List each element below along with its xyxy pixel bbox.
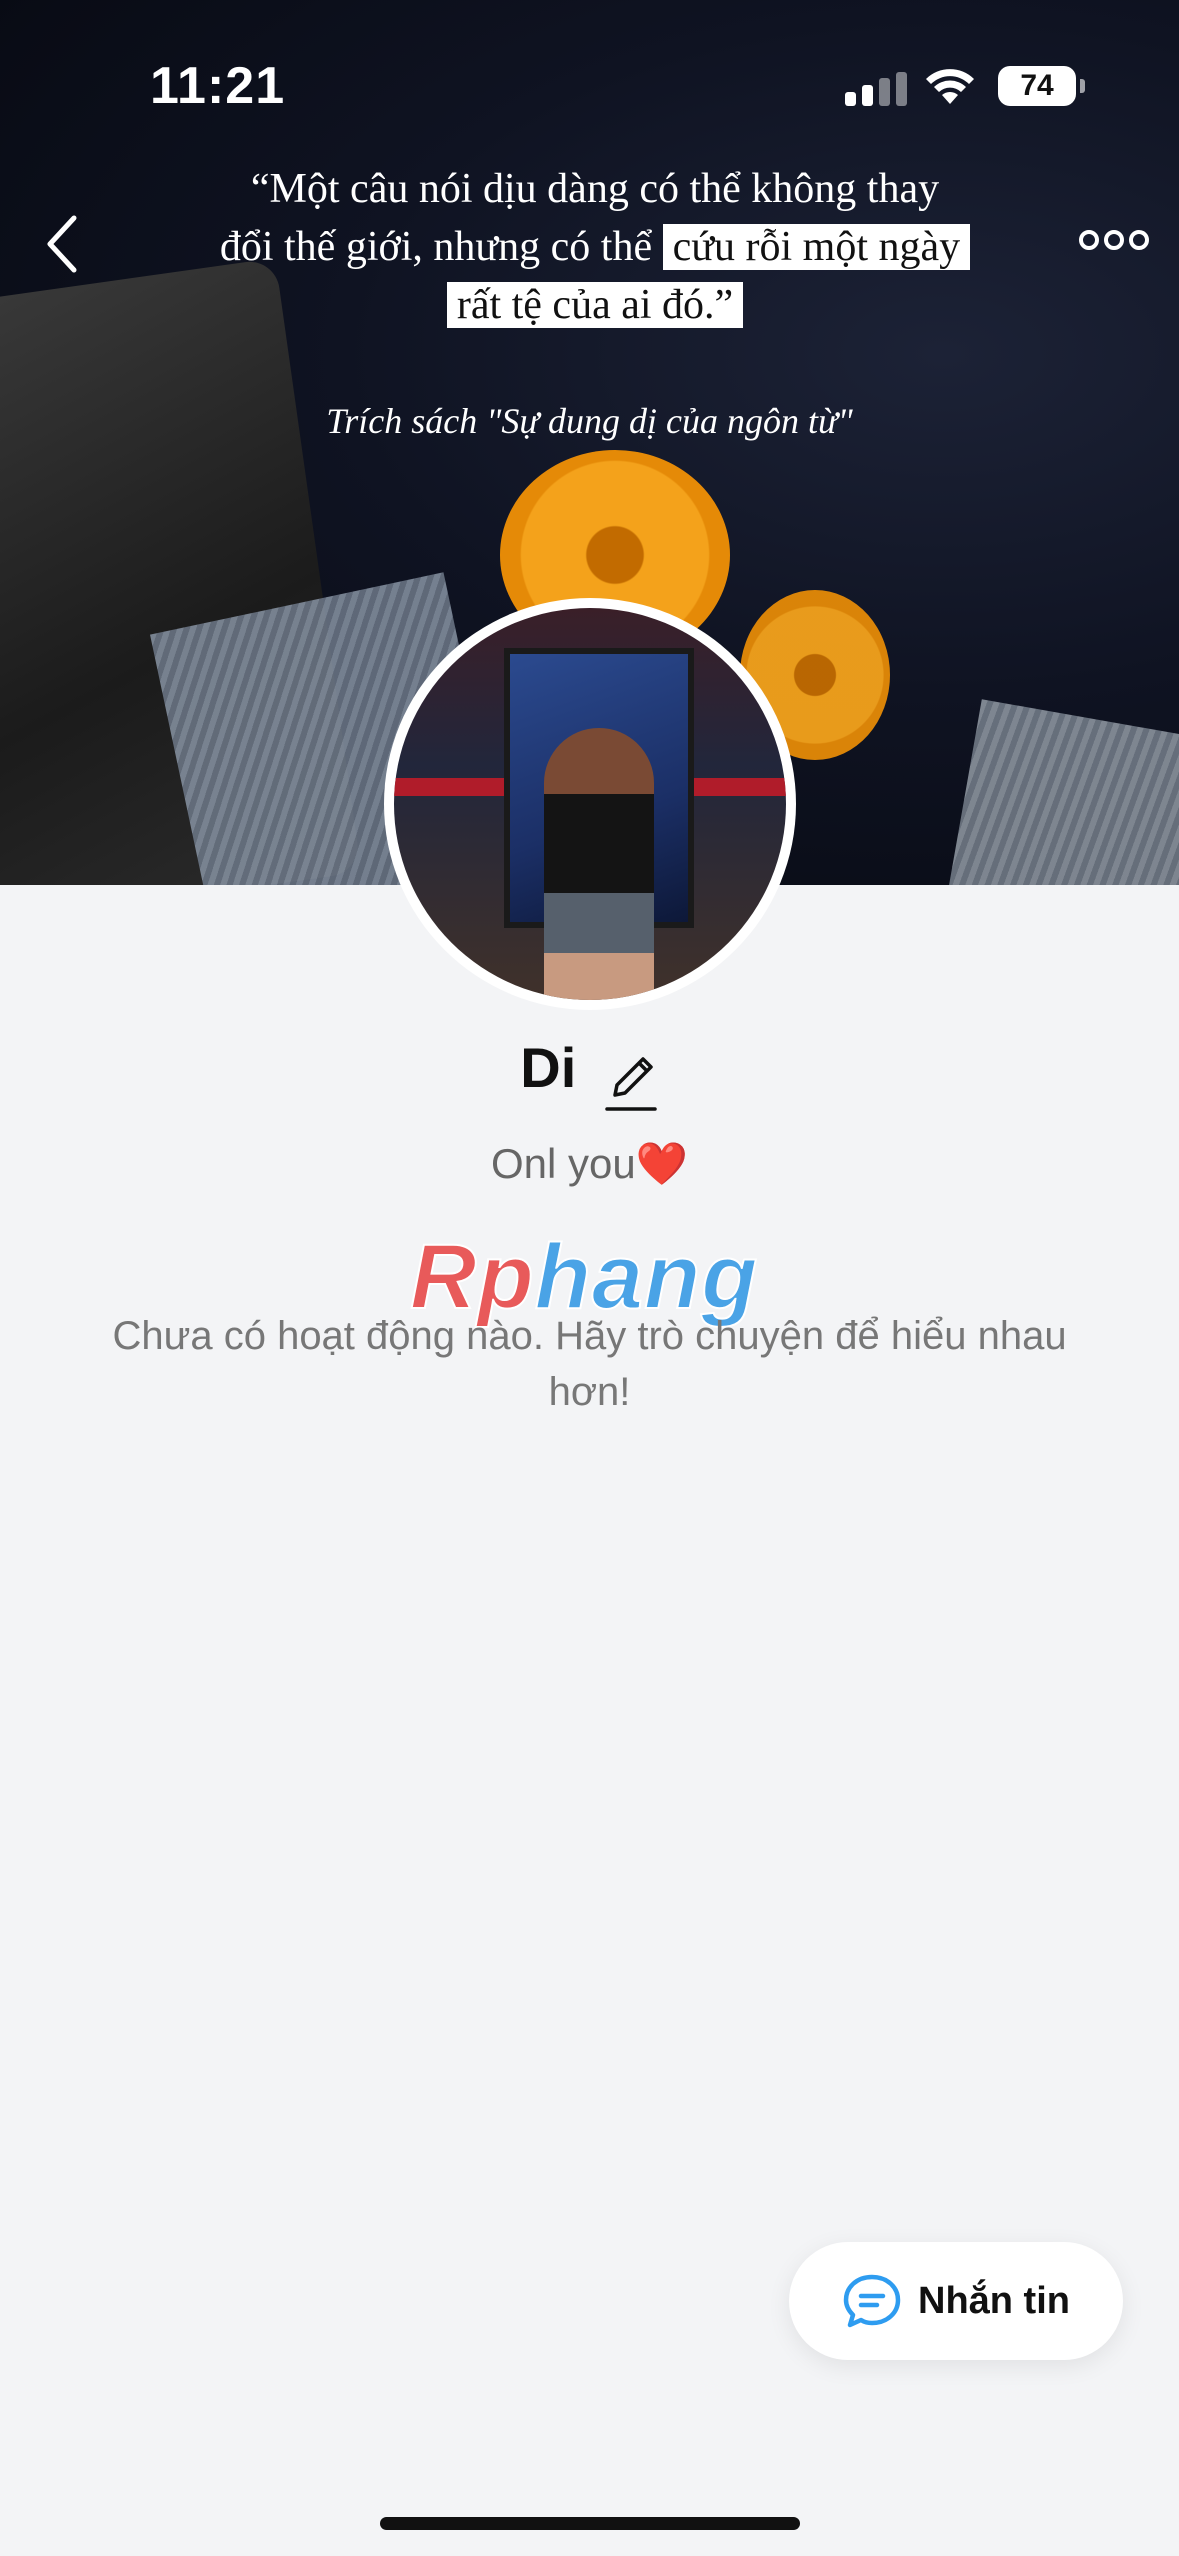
- quote-highlight: cứu rỗi một ngày: [662, 224, 971, 270]
- battery-indicator: 74: [998, 66, 1085, 106]
- message-button-label: Nhắn tin: [918, 2279, 1070, 2322]
- quote-line: đổi thế giới, nhưng có thể cứu rỗi một n…: [185, 218, 1005, 276]
- quote-text: đổi thế giới, nhưng có thể: [219, 224, 653, 270]
- heart-emoji: ❤️: [635, 1140, 689, 1187]
- cellular-signal-icon: [845, 72, 907, 106]
- back-icon[interactable]: [40, 212, 84, 276]
- chat-bubble-icon: [843, 2274, 901, 2328]
- profile-bio: Onl you❤️: [0, 1140, 1179, 1189]
- status-bar: 11:21 74: [0, 0, 1179, 170]
- quote-highlight: rất tệ của ai đó.”: [446, 282, 744, 328]
- cover-quote: “Một câu nói dịu dàng có thể không thay …: [185, 160, 1005, 334]
- empty-activity-message: Chưa có hoạt động nào. Hãy trò chuyện để…: [112, 1314, 1067, 1414]
- wifi-icon: [926, 69, 974, 104]
- cover-denim-right: [940, 699, 1179, 885]
- avatar-person: [544, 728, 654, 1000]
- profile-name: Di: [520, 1036, 577, 1099]
- more-options-icon[interactable]: [1078, 226, 1150, 254]
- profile-page: “Một câu nói dịu dàng có thể không thay …: [0, 0, 1179, 2556]
- avatar-photo: [394, 608, 786, 1000]
- bio-text: Onl you: [490, 1140, 636, 1187]
- edit-pencil-icon[interactable]: [603, 1051, 659, 1115]
- status-time: 11:21: [150, 57, 286, 115]
- quote-line: rất tệ của ai đó.”: [185, 276, 1005, 334]
- message-button[interactable]: Nhắn tin: [789, 2242, 1123, 2360]
- quote-source: Trích sách "Sự dung dị của ngôn từ": [326, 401, 853, 441]
- avatar[interactable]: [384, 598, 796, 1010]
- home-indicator[interactable]: [380, 2517, 800, 2530]
- profile-name-row: Di: [0, 1035, 1179, 1115]
